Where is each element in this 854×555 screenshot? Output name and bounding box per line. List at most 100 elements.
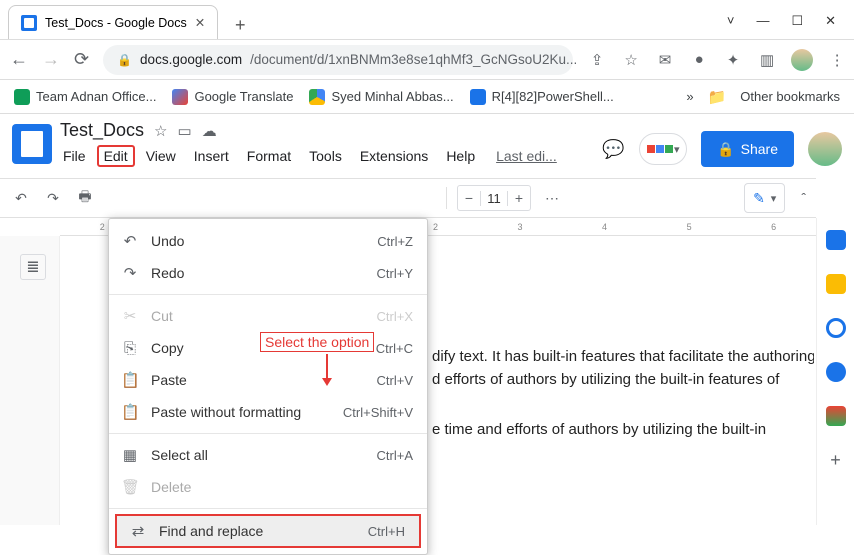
menu-paste-without-formatting-item[interactable]: 📋Paste without formattingCtrl+Shift+V bbox=[109, 396, 427, 428]
reload-icon[interactable]: ⟳ bbox=[74, 49, 89, 70]
paste-plain-icon: 📋 bbox=[121, 403, 139, 421]
menu-redo-item[interactable]: ↷RedoCtrl+Y bbox=[109, 257, 427, 289]
menu-edit[interactable]: Edit bbox=[97, 145, 135, 167]
menu-help[interactable]: Help bbox=[439, 145, 482, 167]
docs-logo-icon[interactable] bbox=[12, 124, 52, 164]
comments-icon[interactable]: 💬 bbox=[601, 137, 625, 161]
menu-paste-item[interactable]: 📋PasteCtrl+V bbox=[109, 364, 427, 396]
browser-tab[interactable]: Test_Docs - Google Docs ✕ bbox=[8, 5, 218, 39]
new-tab-button[interactable]: + bbox=[226, 11, 254, 39]
browser-titlebar: Test_Docs - Google Docs ✕ + ˅ — ☐ ✕ bbox=[0, 0, 854, 40]
bookmark-4[interactable]: R[4][82]PowerShell... bbox=[470, 89, 614, 105]
menu-separator bbox=[109, 433, 427, 434]
tab-close-icon[interactable]: ✕ bbox=[195, 15, 205, 30]
bookmark-3[interactable]: Syed Minhal Abbas... bbox=[309, 89, 453, 105]
folder-icon: 📁 bbox=[708, 88, 727, 106]
menu-view[interactable]: View bbox=[139, 145, 183, 167]
menu-find-replace-item[interactable]: ⇄Find and replaceCtrl+H bbox=[115, 514, 421, 548]
maps-icon[interactable] bbox=[826, 406, 846, 426]
mail-icon[interactable]: ✉ bbox=[655, 51, 675, 69]
url-path: /document/d/1xnBNMm3e8se1qhMf3_GcNGsoU2K… bbox=[250, 52, 577, 67]
kebab-menu-icon[interactable]: ⋮ bbox=[827, 51, 847, 69]
docs-favicon bbox=[21, 15, 37, 31]
adblock-icon[interactable]: ● bbox=[689, 51, 709, 68]
doc-icon bbox=[470, 89, 486, 105]
lock-share-icon: 🔒 bbox=[717, 141, 734, 158]
star-icon[interactable]: ☆ bbox=[621, 51, 641, 69]
cloud-status-icon[interactable]: ☁ bbox=[202, 122, 217, 140]
print-icon[interactable]: 🖶 bbox=[74, 186, 96, 210]
url-field[interactable]: 🔒 docs.google.com/document/d/1xnBNMm3e8s… bbox=[103, 45, 573, 75]
menu-separator bbox=[109, 508, 427, 509]
separator bbox=[446, 187, 447, 209]
toolbar-more-icon[interactable]: ⋯ bbox=[541, 190, 563, 207]
copy-icon: ⎘ bbox=[121, 340, 139, 357]
menu-file[interactable]: File bbox=[56, 145, 93, 167]
window-controls: ˅ — ☐ ✕ bbox=[727, 13, 854, 39]
tab-title: Test_Docs - Google Docs bbox=[45, 16, 187, 30]
menu-insert[interactable]: Insert bbox=[187, 145, 236, 167]
body-line-3: e time and efforts of authors by utilizi… bbox=[432, 419, 814, 442]
idm-icon[interactable]: ▥ bbox=[757, 51, 777, 69]
font-size-value[interactable]: 11 bbox=[480, 191, 508, 206]
paste-icon: 📋 bbox=[121, 371, 139, 389]
delete-icon: 🗑 bbox=[121, 478, 139, 496]
address-bar: ← → ⟳ 🔒 docs.google.com/document/d/1xnBN… bbox=[0, 40, 854, 80]
get-addons-icon[interactable]: + bbox=[826, 450, 846, 470]
font-size-stepper[interactable]: − 11 + bbox=[457, 185, 531, 211]
extensions-icon[interactable]: ✦ bbox=[723, 51, 743, 69]
editing-mode-button[interactable]: ✎▾ bbox=[744, 183, 785, 213]
maximize-icon[interactable]: ☐ bbox=[791, 13, 803, 29]
menu-delete-item[interactable]: 🗑Delete bbox=[109, 471, 427, 503]
move-doc-icon[interactable]: ▭ bbox=[178, 122, 192, 140]
menu-tools[interactable]: Tools bbox=[302, 145, 349, 167]
side-panel: + bbox=[816, 218, 854, 525]
chevron-down-icon[interactable]: ˅ bbox=[727, 13, 735, 29]
star-doc-icon[interactable]: ☆ bbox=[154, 122, 167, 140]
cut-icon: ✂ bbox=[121, 307, 139, 325]
font-minus[interactable]: − bbox=[458, 190, 480, 206]
select-all-icon: ▦ bbox=[121, 446, 139, 464]
back-icon[interactable]: ← bbox=[10, 49, 28, 70]
bookmark-1[interactable]: Team Adnan Office... bbox=[14, 89, 156, 105]
doc-title[interactable]: Test_Docs bbox=[60, 120, 144, 141]
tasks-icon[interactable] bbox=[826, 318, 846, 338]
docs-toolbar: ↶ ↷ 🖶 − 11 + ⋯ ✎▾ ˆ bbox=[0, 178, 816, 218]
annotation-arrow bbox=[326, 354, 328, 382]
minimize-icon[interactable]: — bbox=[756, 13, 769, 29]
meet-button[interactable]: ▾ bbox=[639, 133, 687, 165]
menu-extensions[interactable]: Extensions bbox=[353, 145, 435, 167]
sheets-icon bbox=[14, 89, 30, 105]
outline-toggle-icon[interactable]: ≣ bbox=[20, 254, 46, 280]
bookmarks-overflow-icon[interactable]: » bbox=[686, 89, 693, 104]
hide-menus-icon[interactable]: ˆ bbox=[801, 190, 806, 206]
profile-avatar[interactable] bbox=[791, 49, 813, 71]
body-line-2: d efforts of authors by utilizing the bu… bbox=[432, 369, 814, 392]
calendar-icon[interactable] bbox=[826, 230, 846, 250]
menu-select-all-item[interactable]: ▦Select allCtrl+A bbox=[109, 439, 427, 471]
undo-menu-icon: ↶ bbox=[121, 232, 139, 250]
bookmark-2[interactable]: Google Translate bbox=[172, 89, 293, 105]
menu-format[interactable]: Format bbox=[240, 145, 298, 167]
menu-cut-item[interactable]: ✂CutCtrl+X bbox=[109, 300, 427, 332]
account-avatar[interactable] bbox=[808, 132, 842, 166]
body-line-1: dify text. It has built-in features that… bbox=[432, 346, 814, 369]
share-page-icon[interactable]: ⇪ bbox=[587, 51, 607, 69]
pencil-icon: ✎ bbox=[753, 190, 765, 207]
font-plus[interactable]: + bbox=[508, 190, 530, 206]
annotation-label: Select the option bbox=[260, 332, 374, 352]
lock-icon: 🔒 bbox=[117, 53, 132, 67]
translate-icon bbox=[172, 89, 188, 105]
undo-icon[interactable]: ↶ bbox=[10, 190, 32, 207]
drive-icon bbox=[309, 89, 325, 105]
redo-menu-icon: ↷ bbox=[121, 264, 139, 282]
menu-undo-item[interactable]: ↶UndoCtrl+Z bbox=[109, 225, 427, 257]
forward-icon[interactable]: → bbox=[42, 49, 60, 70]
last-edit-link[interactable]: Last edi... bbox=[496, 148, 557, 164]
share-button[interactable]: 🔒Share bbox=[701, 131, 794, 167]
contacts-icon[interactable] bbox=[826, 362, 846, 382]
close-window-icon[interactable]: ✕ bbox=[825, 13, 836, 29]
other-bookmarks[interactable]: Other bookmarks bbox=[740, 89, 840, 104]
keep-icon[interactable] bbox=[826, 274, 846, 294]
redo-icon[interactable]: ↷ bbox=[42, 190, 64, 207]
